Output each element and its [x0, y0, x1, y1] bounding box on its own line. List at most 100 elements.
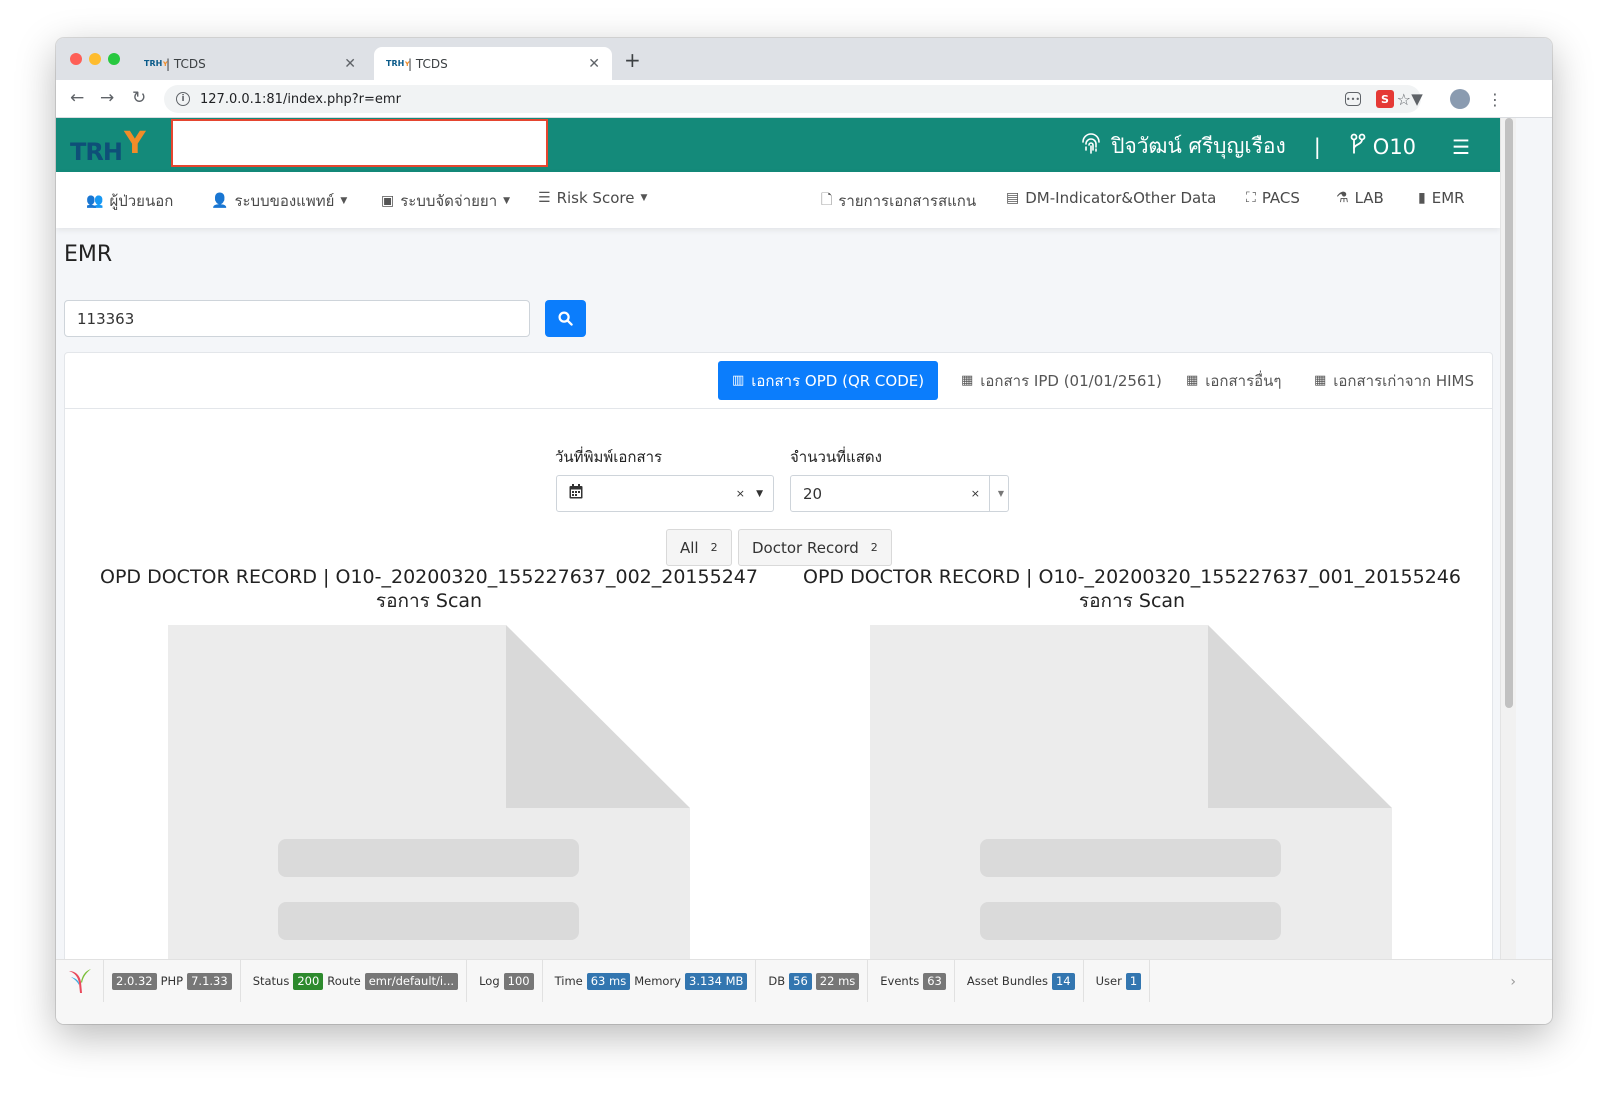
events-block[interactable]: Events 63 — [868, 960, 955, 1002]
pill-count: 2 — [710, 541, 718, 554]
nav-item-pacs[interactable]: ⛶ PACS — [1246, 189, 1300, 207]
asset-bundles-block[interactable]: Asset Bundles 14 — [955, 960, 1084, 1002]
hamburger-menu-icon[interactable]: ☰ — [1452, 135, 1470, 159]
users-icon: 👥 — [86, 193, 104, 209]
display-count-label: จำนวนที่แสดง — [790, 448, 882, 466]
document-tabs: ▥ เอกสาร OPD (QR CODE) ▦ เอกสาร IPD (01/… — [65, 353, 1492, 409]
s-extension-icon[interactable]: S — [1376, 90, 1394, 108]
browser-tab-1[interactable]: TRH ʏ | TCDS ✕ — [132, 47, 368, 80]
site-info-icon[interactable]: i — [176, 92, 190, 106]
main-navbar: 👥 ผู้ป่วยนอก 👤 ระบบของแพทย์ ▼ ▣ ระบบจัดจ… — [56, 172, 1500, 228]
file-icon: 🗋 — [821, 192, 833, 208]
nav-item-dm-indicator[interactable]: ▤ DM-Indicator&Other Data — [1006, 189, 1216, 207]
close-tab-icon[interactable]: ✕ — [588, 56, 600, 72]
time-label: Time — [554, 974, 583, 988]
caret-down-icon[interactable]: ▼ — [998, 489, 1004, 498]
tab-label: เอกสาร OPD (QR CODE) — [751, 371, 925, 390]
page-title: EMR — [64, 242, 113, 267]
emr-documents-card: ▥ เอกสาร OPD (QR CODE) ▦ เอกสาร IPD (01/… — [64, 352, 1493, 963]
user-area: ปิจวัฒน์ ศรีบุญเรือง | O10 ☰ — [1079, 130, 1470, 163]
search-button[interactable] — [545, 300, 586, 337]
browser-tab-2[interactable]: TRH ʏ | TCDS ✕ — [374, 47, 612, 80]
browser-menu-icon[interactable]: ⋮ — [1486, 90, 1504, 109]
close-window-button[interactable] — [70, 53, 82, 65]
tab-title: | TCDS — [408, 56, 448, 71]
db-block[interactable]: DB 56 22 ms — [756, 960, 869, 1002]
tab-other-documents[interactable]: ▦ เอกสารอื่นๆ — [1172, 361, 1295, 400]
memory-label: Memory — [634, 974, 681, 988]
user-name[interactable]: ปิจวัฒน์ ศรีบุญเรือง — [1111, 130, 1286, 163]
print-date-label: วันที่พิมพ์เอกสาร — [555, 448, 663, 466]
profile-avatar[interactable] — [1450, 89, 1470, 109]
new-tab-button[interactable]: + — [624, 48, 641, 72]
status-label: Status — [252, 974, 290, 988]
tab-opd-documents[interactable]: ▥ เอกสาร OPD (QR CODE) — [718, 361, 939, 400]
nav-item-scanned-docs[interactable]: 🗋 รายการเอกสารสแกน — [821, 189, 976, 213]
nav-item-doctor-system[interactable]: 👤 ระบบของแพทย์ ▼ — [211, 189, 347, 213]
placeholder-line — [980, 839, 1281, 877]
chat-extension-icon[interactable]: ••• — [1345, 92, 1361, 106]
events-badge: 63 — [923, 972, 946, 990]
db-label: DB — [768, 974, 786, 988]
nav-label: Risk Score — [556, 189, 635, 207]
logo-text: TRH — [70, 138, 123, 166]
yii-version-block[interactable]: 2.0.32 PHP 7.1.33 — [104, 960, 241, 1002]
chevron-right-icon[interactable]: › — [1510, 974, 1516, 990]
search-icon — [558, 311, 573, 326]
clear-icon[interactable]: × — [971, 487, 980, 500]
nav-item-lab[interactable]: ⚗ LAB — [1336, 189, 1384, 207]
clipboard-icon: ▤ — [1006, 190, 1020, 206]
scrollbar-thumb[interactable] — [1505, 118, 1513, 708]
caret-down-icon[interactable]: ▼ — [756, 489, 763, 499]
vpn-extension-icon[interactable]: ▼ — [1408, 90, 1426, 108]
back-icon[interactable]: ← — [70, 88, 84, 108]
nav-item-risk-score[interactable]: ☰ Risk Score ▼ — [538, 189, 647, 207]
nav-label: DM-Indicator&Other Data — [1025, 189, 1217, 207]
tab-hims-documents[interactable]: ▦ เอกสารเก่าจาก HIMS — [1300, 361, 1488, 400]
page-fold-cut — [506, 625, 690, 808]
browser-window: TRH ʏ | TCDS ✕ TRH ʏ | TCDS ✕ + ← → ↻ i 12… — [56, 38, 1552, 1024]
caret-down-icon: ▼ — [503, 196, 511, 206]
assets-badge: 14 — [1051, 972, 1075, 990]
trh-logo[interactable]: TRH Y — [68, 124, 158, 168]
display-count-select[interactable]: 20 × ▼ — [790, 475, 1009, 512]
trh-favicon-icon: TRH ʏ — [144, 59, 169, 68]
route-label: Route — [327, 974, 361, 988]
qrcode-icon: ▦ — [1186, 373, 1199, 388]
tab-label: เอกสารเก่าจาก HIMS — [1333, 371, 1475, 390]
filter-pill-doctor-record[interactable]: Doctor Record 2 — [738, 529, 892, 566]
forward-icon[interactable]: → — [100, 88, 114, 108]
page-content: TRH Y ปิจวัฒน์ ศรีบุญเรือง | O10 ☰ 👥 ผู้… — [56, 118, 1500, 963]
request-block[interactable]: Status 200 Route emr/default/i... — [241, 960, 468, 1002]
clear-icon[interactable]: × — [736, 487, 745, 500]
branch-code[interactable]: O10 — [1373, 135, 1416, 159]
doctor-icon: 👤 — [211, 193, 229, 209]
nav-item-emr[interactable]: ▮ EMR — [1418, 189, 1465, 207]
document-thumbnail[interactable] — [870, 625, 1392, 963]
print-date-picker[interactable]: × ▼ — [556, 475, 774, 512]
profiling-block[interactable]: Time 63 ms Memory 3.134 MB — [543, 960, 757, 1002]
php-label: PHP — [160, 974, 184, 988]
trh-favicon-icon: TRH ʏ — [386, 59, 411, 68]
maximize-window-button[interactable] — [108, 53, 120, 65]
nav-item-dispensing[interactable]: ▣ ระบบจัดจ่ายยา ▼ — [381, 189, 510, 213]
page-scrollbar[interactable] — [1500, 118, 1516, 963]
hn-search-input[interactable] — [64, 300, 530, 337]
status-badge: 200 — [293, 972, 324, 990]
filter-pill-all[interactable]: All 2 — [666, 529, 732, 566]
yii-logo-icon[interactable] — [56, 960, 104, 1002]
header-separator: | — [1313, 134, 1321, 159]
minimize-window-button[interactable] — [89, 53, 101, 65]
tab-ipd-documents[interactable]: ▦ เอกสาร IPD (01/01/2561) — [947, 361, 1176, 400]
url-field[interactable]: i 127.0.0.1:81/index.php?r=emr ☆ — [164, 85, 1421, 113]
tab-title: | TCDS — [166, 56, 206, 71]
close-tab-icon[interactable]: ✕ — [344, 56, 356, 72]
logo-mark-icon: Y — [124, 126, 146, 161]
document-thumbnail[interactable] — [168, 625, 690, 963]
nav-item-outpatient[interactable]: 👥 ผู้ป่วยนอก — [86, 189, 173, 213]
count-value: 20 — [803, 484, 823, 503]
log-block[interactable]: Log 100 — [467, 960, 543, 1002]
book-icon: ▮ — [1418, 190, 1426, 206]
reload-icon[interactable]: ↻ — [132, 88, 146, 108]
user-block[interactable]: User 1 — [1084, 960, 1151, 1002]
